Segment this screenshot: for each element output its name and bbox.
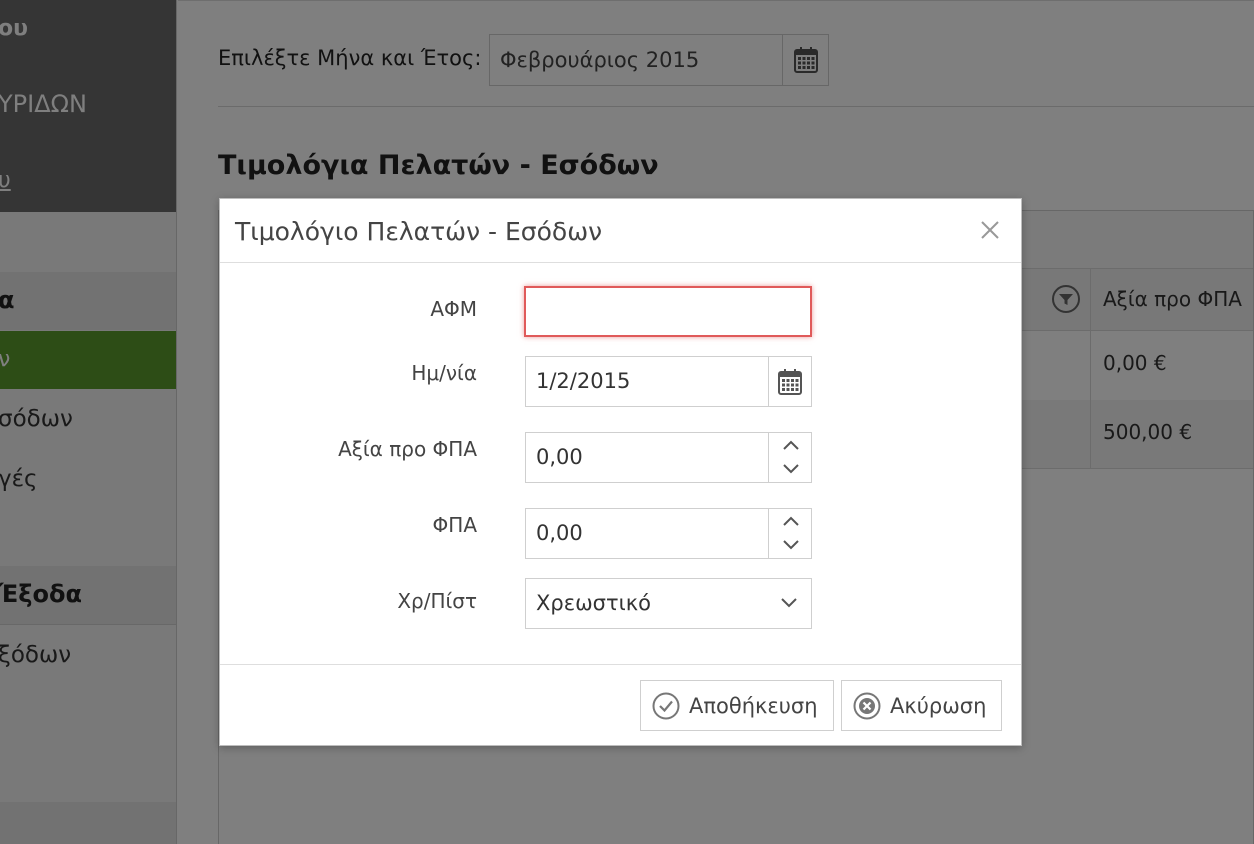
date-picker-button[interactable] [768, 357, 811, 406]
cancel-button[interactable]: Ακύρωση [841, 680, 1002, 731]
cancel-circle-icon [853, 692, 881, 719]
dialog-title: Τιμολόγιο Πελατών - Εσόδων [235, 217, 603, 246]
chevron-down-icon [782, 540, 799, 550]
dialog-footer-divider [220, 664, 1021, 665]
date-input[interactable]: 1/2/2015 [525, 356, 812, 407]
date-label: Ημ/νία [411, 361, 477, 385]
close-icon[interactable] [977, 217, 1003, 243]
net-value-input[interactable]: 0,00 [525, 432, 812, 483]
vat-input[interactable]: 0,00 [525, 508, 812, 559]
save-button-label: Αποθήκευση [689, 693, 818, 718]
vat-label: ΦΠΑ [432, 513, 477, 537]
debit-credit-select[interactable]: Χρεωστικό [525, 578, 812, 629]
chevron-up-icon [782, 516, 799, 526]
vat-value: 0,00 [536, 521, 583, 545]
net-value: 0,00 [536, 445, 583, 469]
net-value-spinner [768, 433, 811, 482]
date-value: 1/2/2015 [536, 369, 631, 393]
calendar-icon [778, 368, 802, 395]
net-value-label: Αξία προ ΦΠΑ [338, 437, 477, 461]
chevron-up-icon [782, 440, 799, 450]
debit-credit-value: Χρεωστικό [536, 591, 651, 615]
check-circle-icon [652, 692, 680, 719]
decrement-button[interactable] [769, 457, 812, 481]
dialog-header: Τιμολόγιο Πελατών - Εσόδων [220, 199, 1021, 263]
afm-input[interactable] [524, 286, 812, 337]
chevron-down-icon[interactable] [779, 595, 799, 611]
vat-spinner [768, 509, 811, 558]
cancel-button-label: Ακύρωση [890, 693, 987, 718]
chevron-down-icon [782, 464, 799, 474]
increment-button[interactable] [769, 433, 812, 457]
debit-credit-label: Χρ/Πίστ [397, 589, 477, 613]
decrement-button[interactable] [769, 533, 812, 557]
invoice-dialog: Τιμολόγιο Πελατών - Εσόδων ΑΦΜ Ημ/νία 1/… [219, 198, 1022, 746]
save-button[interactable]: Αποθήκευση [640, 680, 834, 731]
afm-label: ΑΦΜ [430, 297, 477, 321]
increment-button[interactable] [769, 509, 812, 533]
